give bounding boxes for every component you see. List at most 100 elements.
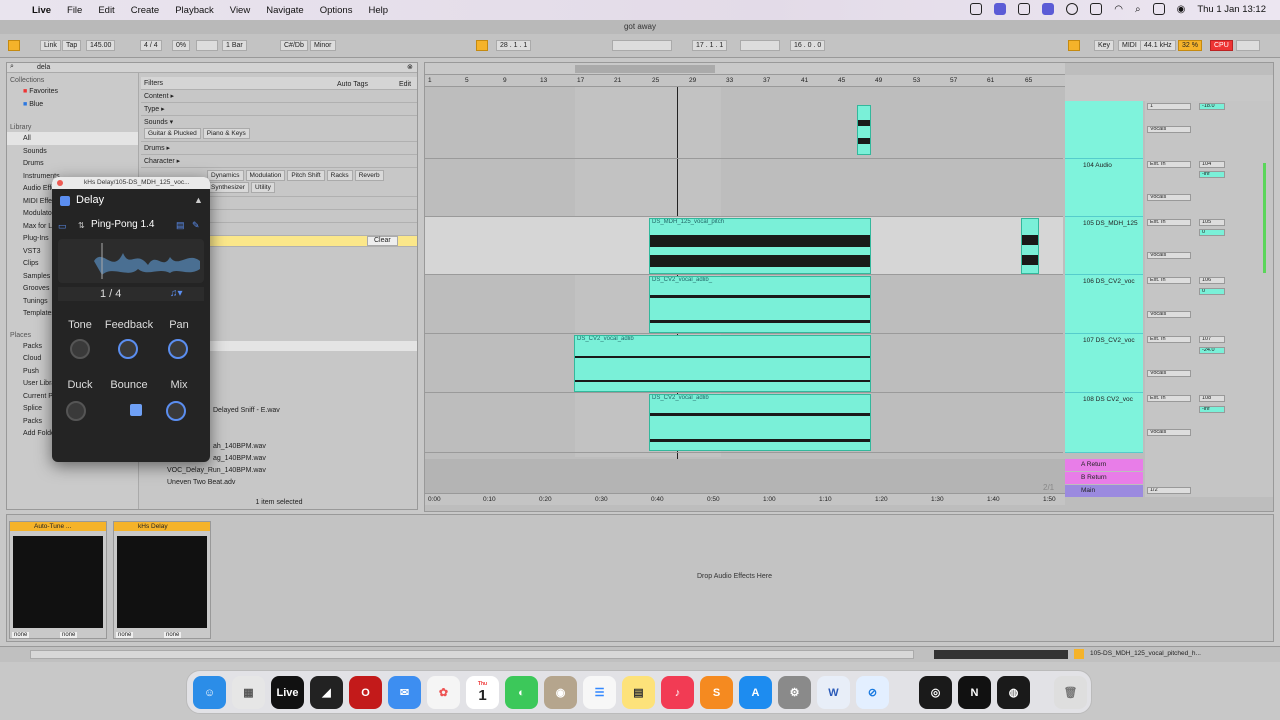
search-icon[interactable]: ⌕ (1135, 4, 1141, 15)
clip-105b[interactable] (1021, 218, 1039, 274)
menu-create[interactable]: Create (131, 5, 160, 16)
loop-start[interactable]: 17 . 1 . 1 (692, 40, 728, 51)
metronome-icon[interactable] (196, 40, 218, 51)
sidechain-select[interactable]: none (116, 632, 134, 638)
screen-record-icon[interactable] (994, 3, 1007, 15)
quantize-menu[interactable]: 1 Bar (222, 40, 247, 51)
clip-105[interactable]: DS_MDH_125_vocal_pitch (649, 218, 871, 274)
scale-menu[interactable]: Minor (310, 40, 336, 51)
file-item[interactable]: Delayed Sniff - E.wav (213, 407, 280, 414)
device-toggle-icon[interactable] (60, 196, 70, 206)
word-icon[interactable]: W (817, 676, 850, 709)
note-sync-icon[interactable]: ♫▾ (170, 288, 183, 299)
file-item[interactable]: ah_140BPM.wav (213, 443, 266, 450)
tag-pitch-shift[interactable]: Pitch Shift (287, 170, 325, 181)
sidechain-select[interactable]: none (60, 632, 78, 638)
output-routing[interactable]: Vocals (1147, 370, 1191, 377)
time-signature[interactable]: 4 / 4 (140, 40, 162, 51)
song-position[interactable]: 28 . 1 . 1 (496, 40, 532, 51)
search-icon[interactable]: ⌕ (10, 63, 14, 71)
input-type[interactable]: Ext. In (1147, 336, 1191, 343)
track-header-105[interactable]: 105 DS_MDH_125 (1065, 217, 1143, 275)
music-icon[interactable]: ♪ (661, 676, 694, 709)
tap-button[interactable]: Tap (62, 40, 82, 51)
tag-reverb[interactable]: Reverb (354, 170, 384, 181)
bounce-toggle[interactable] (130, 404, 142, 416)
file-item[interactable]: Uneven Two Beat.adv (167, 479, 235, 486)
output-routing[interactable]: Vocals (1147, 311, 1191, 318)
safari-icon[interactable]: ⊘ (856, 676, 889, 709)
output-routing[interactable]: Vocals (1147, 429, 1191, 436)
device-autotune[interactable]: Auto-Tune ... none none (9, 521, 107, 639)
collapse-icon[interactable]: ▲ (194, 195, 203, 205)
app-store-icon[interactable]: A (739, 676, 772, 709)
pan-knob[interactable] (168, 339, 188, 359)
clip-107[interactable]: DS_CV2_vocal_adlib (574, 335, 871, 392)
groove-amount[interactable]: 0% (172, 40, 191, 51)
tempo-field[interactable]: 145.00 (86, 40, 116, 51)
volume-field[interactable]: 0 (1199, 288, 1225, 295)
draw-mode-icon[interactable] (1068, 40, 1080, 51)
volume-field[interactable]: -18.0 (1199, 103, 1225, 110)
view-toggle-icon[interactable] (8, 40, 20, 51)
volume-field[interactable]: -inf (1199, 171, 1225, 178)
track-header-107[interactable]: 107 DS_CV2_voc (1065, 334, 1143, 393)
input-channel[interactable]: 1 (1147, 103, 1191, 110)
output-routing[interactable]: Vocals (1147, 126, 1191, 133)
output-routing[interactable]: Vocals (1147, 194, 1191, 201)
loop-toggle-icon[interactable] (740, 40, 780, 51)
controller-icon[interactable]: ◍ (997, 676, 1030, 709)
obs-icon[interactable]: ◎ (919, 676, 952, 709)
menu-options[interactable]: Options (320, 5, 353, 16)
launchpad-icon[interactable]: ▦ (232, 676, 265, 709)
output-routing[interactable]: Vocals (1147, 252, 1191, 259)
input-type[interactable]: Ext. In (1147, 395, 1191, 402)
settings-icon[interactable]: ⚙ (778, 676, 811, 709)
track-header-106[interactable]: 106 DS_CV2_voc (1065, 275, 1143, 334)
input-type[interactable]: Ext. In (1147, 277, 1191, 284)
duck-knob[interactable] (66, 401, 86, 421)
menu-playback[interactable]: Playback (175, 5, 214, 16)
notes-icon[interactable]: ▤ (622, 676, 655, 709)
track-number[interactable]: 107 (1199, 336, 1225, 343)
loop-brace[interactable] (575, 65, 715, 73)
return-a-header[interactable]: A Return (1065, 459, 1143, 471)
clip[interactable] (857, 105, 871, 155)
clear-button[interactable]: Clear (367, 236, 398, 246)
tag-dynamics[interactable]: Dynamics (207, 170, 244, 181)
loop-bar[interactable] (425, 63, 1065, 75)
main-output[interactable]: 1/2 (1147, 487, 1191, 494)
tag-modulation[interactable]: Modulation (245, 170, 286, 181)
menu-file[interactable]: File (67, 5, 82, 16)
display-icon[interactable] (1042, 3, 1055, 15)
tag-piano[interactable]: Piano & Keys (202, 128, 250, 139)
bar-ruler[interactable]: 1 5 9 13 17 21 25 29 33 37 41 45 49 53 5… (425, 75, 1065, 87)
reminders-icon[interactable]: ☰ (583, 676, 616, 709)
menu-edit[interactable]: Edit (98, 5, 114, 16)
linear-icon[interactable]: ◢ (310, 676, 343, 709)
mail-icon[interactable]: ✉ (388, 676, 421, 709)
track-lane-104[interactable] (425, 159, 1063, 217)
key-map-button[interactable]: Key (1094, 40, 1115, 51)
filter-character[interactable]: Character ▸ (141, 155, 417, 168)
device-khs-delay[interactable]: kHs Delay none none (113, 521, 211, 639)
track-header-104[interactable]: 104 Audio (1065, 159, 1143, 217)
ableton-live-icon[interactable]: Live (271, 676, 304, 709)
track-number[interactable]: 106 (1199, 277, 1225, 284)
browser-search-input[interactable]: dela (37, 64, 50, 71)
adobe-icon[interactable] (1090, 3, 1103, 15)
return-b-header[interactable]: B Return (1065, 472, 1143, 484)
key-menu[interactable]: C#/Db (280, 40, 308, 51)
sidebar-item-favorites[interactable]: ■ Favorites (7, 85, 138, 98)
loop-length[interactable]: 16 . 0 . 0 (790, 40, 826, 51)
sidebar-item-all[interactable]: All (7, 132, 138, 145)
input-type[interactable]: Ext. In (1147, 219, 1191, 226)
track-number[interactable]: 104 (1199, 161, 1225, 168)
track-number[interactable]: 105 (1199, 219, 1225, 226)
close-icon[interactable]: ⊗ (407, 63, 413, 71)
clip-108[interactable]: DS_CV2_vocal_adlib (649, 394, 871, 451)
preset-name[interactable]: Ping-Pong 1.4 (91, 219, 154, 230)
overdub-controls[interactable] (612, 40, 672, 51)
status-icon[interactable] (970, 3, 983, 15)
volume-field[interactable]: -inf (1199, 406, 1225, 413)
